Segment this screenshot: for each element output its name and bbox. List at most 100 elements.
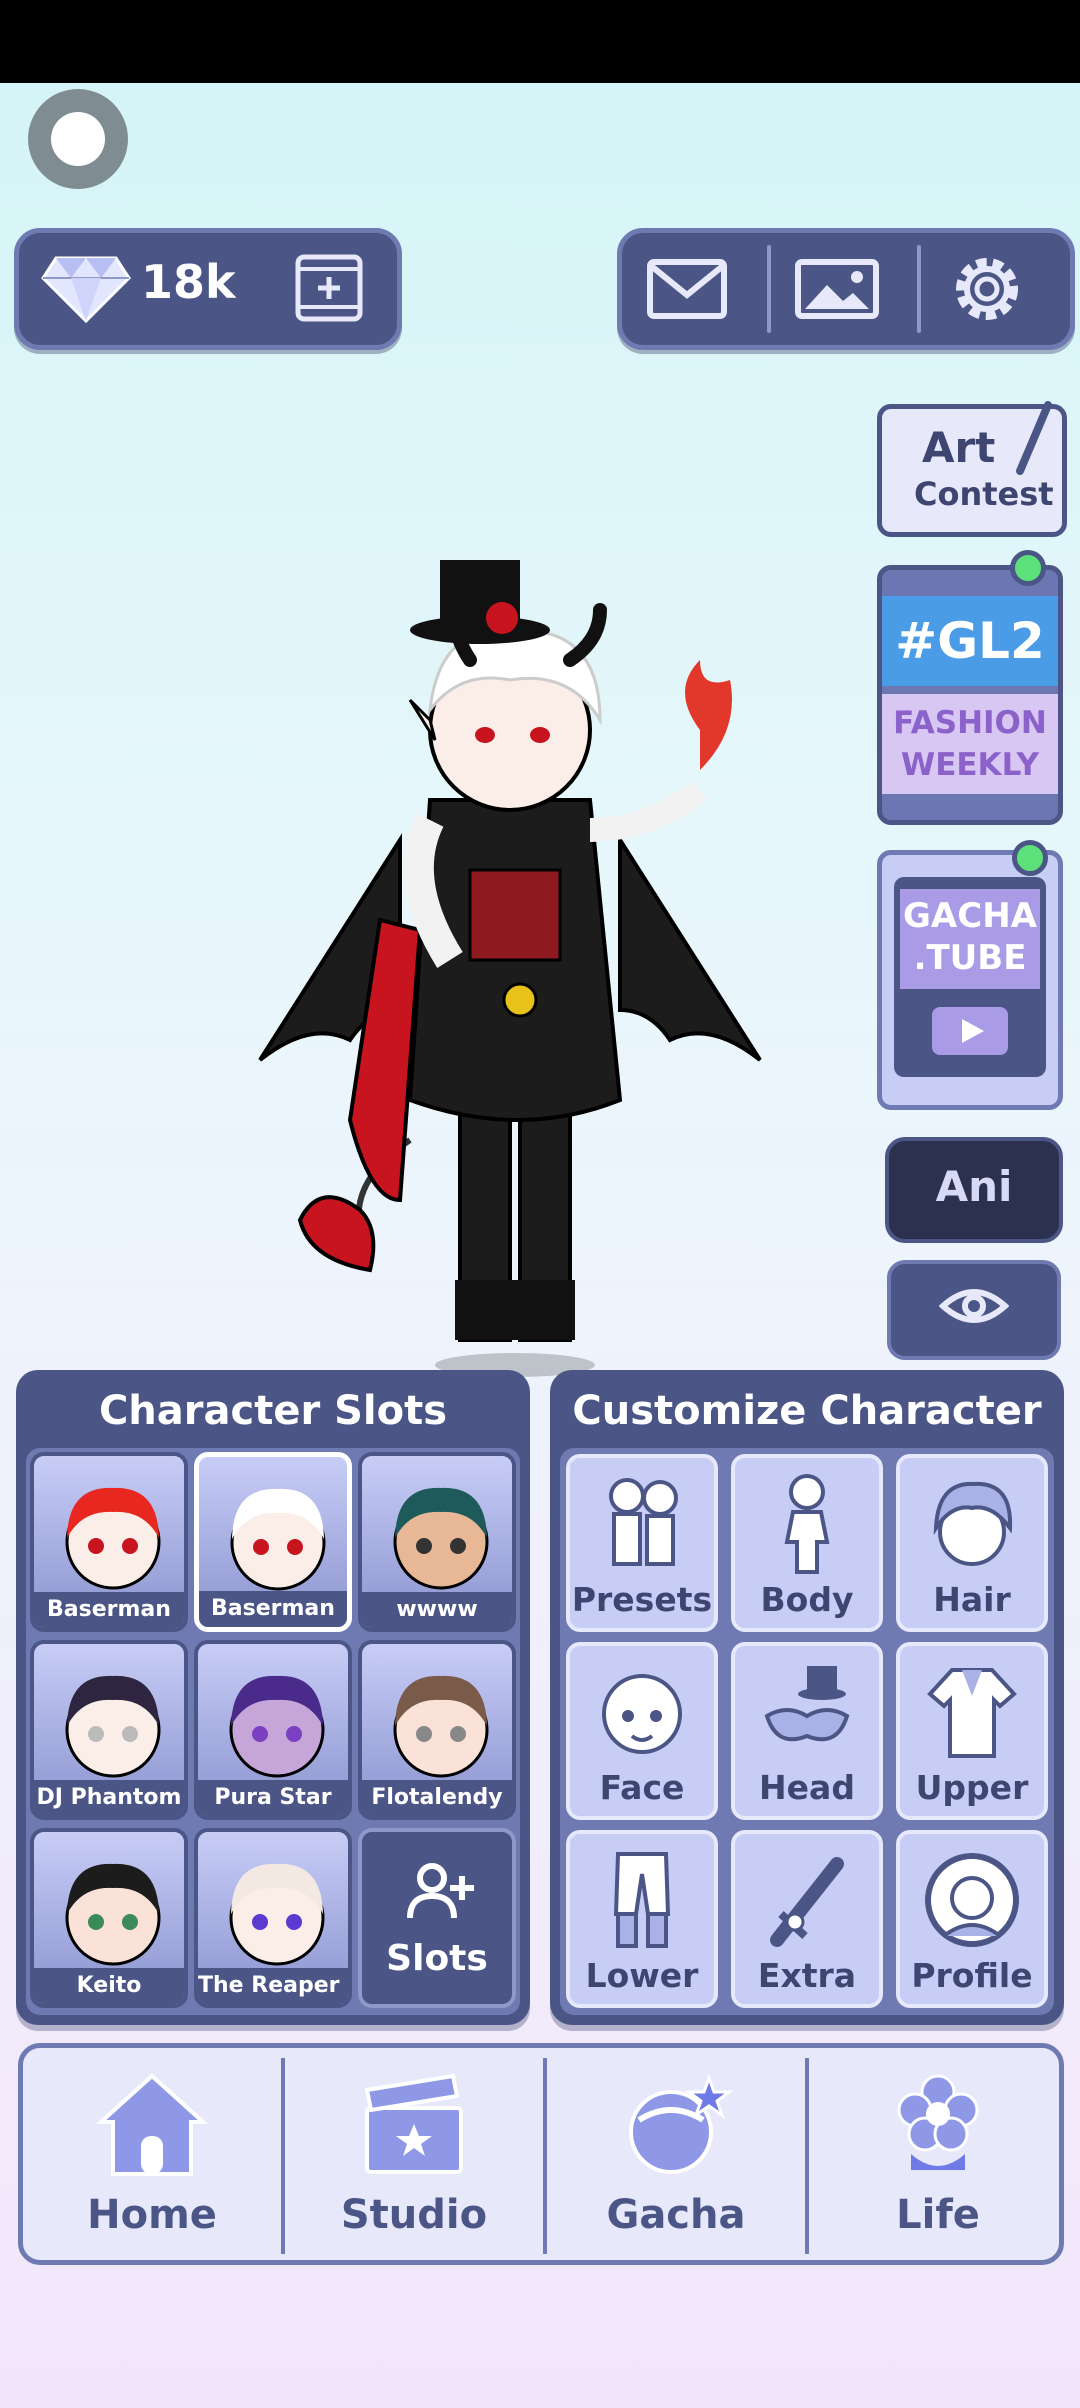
- tile-label: Profile: [911, 1956, 1033, 1995]
- character-slot[interactable]: wwww: [358, 1452, 516, 1632]
- avatar: [65, 1863, 161, 1966]
- notification-dot: [1012, 840, 1048, 876]
- clapperboard-icon: [364, 2073, 463, 2174]
- customize-hair[interactable]: Hair: [896, 1454, 1048, 1632]
- ani-button[interactable]: Ani: [885, 1137, 1063, 1243]
- slot-name: Baserman: [34, 1592, 184, 1628]
- nav-label: Life: [896, 2192, 980, 2238]
- top-icon-bar: [617, 228, 1075, 350]
- gacha-ball-icon: [629, 2073, 733, 2174]
- hair-icon: [933, 1481, 1013, 1566]
- slot-name: Baserman: [199, 1591, 347, 1627]
- character-slots-panel: Character Slots Baserman Baserman wwww D…: [16, 1370, 530, 2025]
- tile-label: Upper: [915, 1768, 1029, 1807]
- pants-icon: [613, 1852, 671, 1948]
- currency-panel: 18k: [14, 228, 402, 350]
- avatar: [393, 1675, 489, 1778]
- nav-label: Studio: [340, 2192, 488, 2238]
- character-slot[interactable]: Baserman: [194, 1452, 352, 1632]
- flower-icon: [897, 2074, 979, 2170]
- character-slot[interactable]: Keito: [30, 1828, 188, 2008]
- character-preview[interactable]: [230, 540, 790, 1380]
- fashion-line2: WEEKLY: [901, 747, 1039, 783]
- customize-grid: Presets Body Hair Face Head Upper Lower: [560, 1448, 1054, 2015]
- settings-button[interactable]: [942, 249, 1032, 329]
- character-slots-grid: Baserman Baserman wwww DJ Phantom Pura S…: [26, 1448, 520, 2015]
- gacha-tube-button[interactable]: GACHA .TUBE: [877, 850, 1063, 1110]
- nav-life[interactable]: Life: [809, 2048, 1067, 2260]
- floating-record-button[interactable]: [28, 89, 128, 189]
- face-icon: [602, 1674, 682, 1754]
- fashion-line1: FASHION: [893, 705, 1047, 741]
- customize-body[interactable]: Body: [731, 1454, 883, 1632]
- customize-upper[interactable]: Upper: [896, 1642, 1048, 1820]
- customize-character-panel: Customize Character Presets Body Hair Fa…: [550, 1370, 1064, 2025]
- gear-icon: [956, 258, 1018, 320]
- avatar: [230, 1488, 326, 1591]
- character-slots-title: Character Slots: [98, 1388, 448, 1434]
- add-slots-button[interactable]: Slots: [358, 1828, 516, 2008]
- customize-title: Customize Character: [572, 1388, 1042, 1434]
- divider: [767, 245, 771, 333]
- avatar: [393, 1487, 489, 1590]
- character-slot[interactable]: The Reaper Bo: [194, 1828, 352, 2008]
- character-slot[interactable]: Baserman: [30, 1452, 188, 1632]
- tile-label: Face: [599, 1768, 685, 1807]
- customize-lower[interactable]: Lower: [566, 1830, 718, 2008]
- fashion-weekly-button[interactable]: #GL2 FASHION WEEKLY: [877, 565, 1063, 825]
- tile-label: Hair: [933, 1580, 1011, 1619]
- customize-presets[interactable]: Presets: [566, 1454, 718, 1632]
- character-slot[interactable]: Flotalendy: [358, 1640, 516, 1820]
- image-icon: [795, 259, 879, 319]
- notification-dot: [1010, 550, 1046, 586]
- art-contest-button[interactable]: Art Contest: [877, 401, 1067, 537]
- avatar: [65, 1487, 161, 1590]
- fashion-weekly-label: FASHION WEEKLY: [882, 694, 1058, 794]
- add-user-icon: [407, 1863, 474, 1919]
- nav-label: Home: [87, 2192, 217, 2238]
- tile-label: Presets: [571, 1580, 713, 1619]
- gacha-tube-line1: GACHA: [903, 896, 1037, 936]
- character-slot[interactable]: DJ Phantom: [30, 1640, 188, 1820]
- presets-icon: [609, 1478, 678, 1566]
- slot-name: DJ Phantom: [34, 1780, 184, 1816]
- slot-name: The Reaper Bo: [198, 1968, 348, 2004]
- customize-extra[interactable]: Extra: [731, 1830, 883, 2008]
- status-bar: [0, 0, 1080, 83]
- customize-profile[interactable]: Profile: [896, 1830, 1048, 2008]
- tile-label: Extra: [757, 1956, 857, 1995]
- hide-ui-button[interactable]: [887, 1260, 1061, 1360]
- play-icon: [932, 1007, 1008, 1055]
- divider: [917, 245, 921, 333]
- slot-name: Pura Star: [198, 1780, 348, 1816]
- top-hat-icon: [764, 1666, 850, 1742]
- avatar: [65, 1675, 161, 1778]
- sword-icon: [770, 1857, 844, 1947]
- art-contest-title: Art: [922, 423, 996, 472]
- profile-icon: [925, 1853, 1019, 1947]
- nav-home[interactable]: Home: [23, 2048, 281, 2260]
- slot-name: Flotalendy: [362, 1780, 512, 1816]
- gacha-tube-line2: .TUBE: [913, 938, 1027, 978]
- nav-studio[interactable]: Studio: [285, 2048, 543, 2260]
- body-icon: [784, 1474, 830, 1574]
- character-slot[interactable]: Pura Star: [194, 1640, 352, 1820]
- nav-gacha[interactable]: Gacha: [547, 2048, 805, 2260]
- customize-head[interactable]: Head: [731, 1642, 883, 1820]
- tile-label: Body: [760, 1580, 854, 1619]
- bottom-navigation: Home Studio Gacha Life: [18, 2043, 1064, 2265]
- add-video-icon[interactable]: [294, 253, 364, 323]
- mail-button[interactable]: [642, 249, 732, 329]
- gallery-button[interactable]: [792, 249, 882, 329]
- pencil-icon: [1016, 401, 1052, 475]
- nav-label: Gacha: [606, 2192, 746, 2238]
- gacha-tube-screen: GACHA .TUBE: [894, 877, 1046, 1077]
- avatar: [229, 1863, 325, 1966]
- add-slots-label: Slots: [386, 1938, 488, 1979]
- tile-label: Lower: [585, 1956, 699, 1995]
- fashion-tag: #GL2: [882, 596, 1058, 686]
- shirt-icon: [927, 1668, 1017, 1758]
- customize-face[interactable]: Face: [566, 1642, 718, 1820]
- slot-name: Keito: [34, 1968, 184, 2004]
- diamond-icon: [41, 256, 131, 323]
